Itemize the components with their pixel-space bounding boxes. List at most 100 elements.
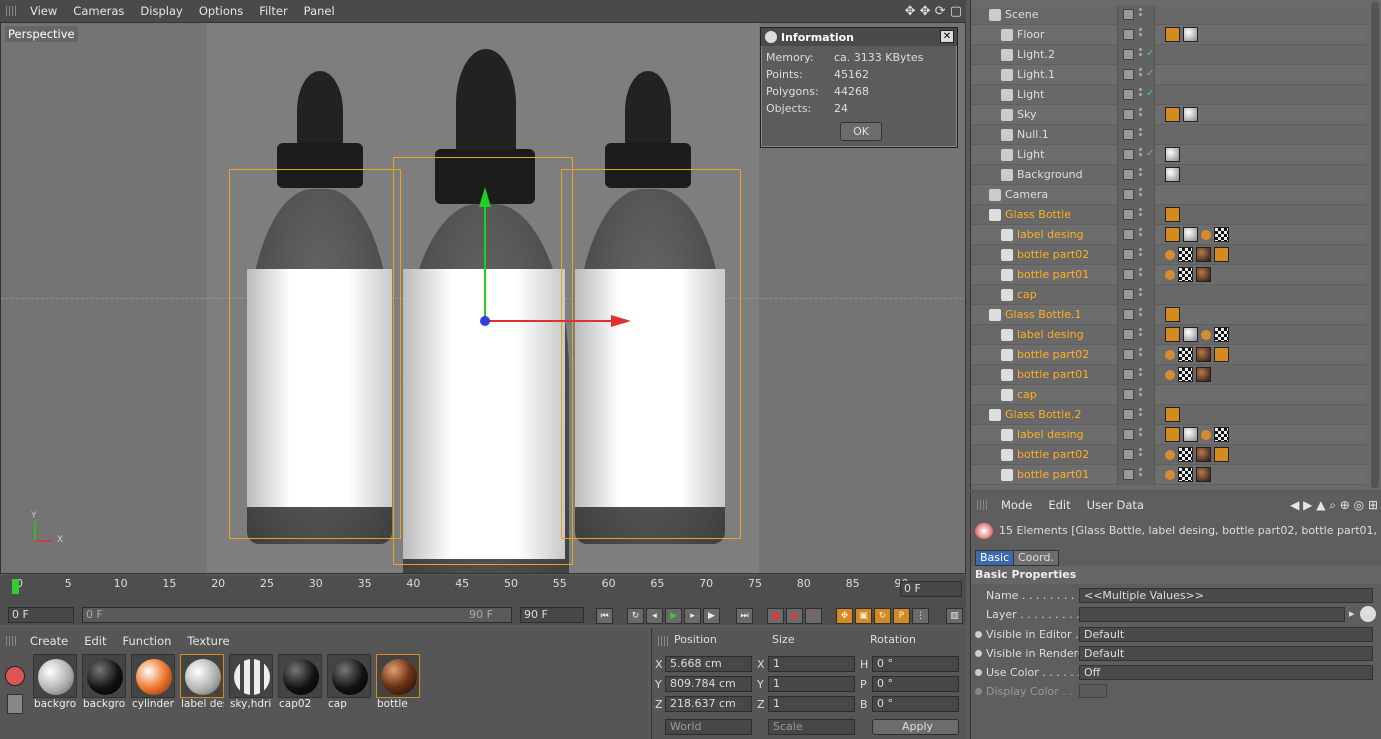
- object-row[interactable]: cap: [971, 284, 1366, 305]
- dot-tag-icon[interactable]: [1165, 470, 1175, 480]
- object-row[interactable]: Camera: [971, 184, 1366, 205]
- menu-create[interactable]: Create: [22, 634, 76, 648]
- checker-tag-icon[interactable]: [1178, 367, 1193, 382]
- ok-button[interactable]: OK: [840, 122, 882, 141]
- object-row[interactable]: Glass Bottle: [971, 204, 1366, 225]
- object-flags[interactable]: [1117, 24, 1155, 45]
- object-flags[interactable]: [1117, 244, 1155, 265]
- object-row[interactable]: Scene: [971, 4, 1366, 25]
- world-dropdown[interactable]: World: [665, 719, 752, 735]
- object-flags[interactable]: [1117, 324, 1155, 345]
- checker-tag-icon[interactable]: [1214, 227, 1229, 242]
- animation-radio[interactable]: [975, 650, 982, 657]
- object-flags[interactable]: [1117, 444, 1155, 465]
- menu-user-data[interactable]: User Data: [1079, 498, 1152, 512]
- goto-end-button[interactable]: ⏭: [736, 608, 753, 624]
- phong-tag-icon[interactable]: [1165, 207, 1180, 222]
- object-flags[interactable]: [1117, 424, 1155, 445]
- material-tag-icon[interactable]: [1183, 327, 1198, 342]
- phong-tag-icon[interactable]: [1165, 307, 1180, 322]
- object-row[interactable]: Light ✓: [971, 84, 1366, 105]
- material-tag-icon[interactable]: [1183, 427, 1198, 442]
- grip-icon[interactable]: [6, 636, 16, 646]
- attr-nav-icons[interactable]: ◀ ▶ ▲ ⌕ ⊕ ◎ ⊞: [1282, 498, 1381, 513]
- apply-button[interactable]: Apply: [872, 719, 959, 735]
- object-flags[interactable]: [1117, 404, 1155, 425]
- range-slider[interactable]: 0 F 90 F: [82, 607, 512, 623]
- object-name[interactable]: Camera: [1005, 188, 1048, 201]
- material-tag-icon[interactable]: [1183, 227, 1198, 242]
- object-name[interactable]: Glass Bottle.2: [1005, 408, 1082, 421]
- playhead[interactable]: [12, 579, 19, 594]
- position-y-field[interactable]: 809.784 cm: [665, 676, 752, 692]
- object-name[interactable]: bottle part01: [1017, 268, 1089, 281]
- object-row[interactable]: bottle part01: [971, 264, 1366, 285]
- position-key-icon[interactable]: ✥: [836, 608, 853, 624]
- object-name[interactable]: bottle part02: [1017, 348, 1089, 361]
- phong-tag-icon[interactable]: [1165, 27, 1180, 42]
- phong-tag-icon[interactable]: [1214, 447, 1229, 462]
- object-name[interactable]: label desing: [1017, 228, 1084, 241]
- menu-mode[interactable]: Mode: [993, 498, 1040, 512]
- material-swatch[interactable]: sky,hdri: [229, 654, 273, 712]
- object-name[interactable]: bottle part01: [1017, 368, 1089, 381]
- dark-tag-icon[interactable]: [1196, 367, 1211, 382]
- object-name[interactable]: Light: [1017, 88, 1044, 101]
- phong-tag-icon[interactable]: [1165, 107, 1180, 122]
- object-name[interactable]: label desing: [1017, 428, 1084, 441]
- object-flags[interactable]: ✓: [1117, 144, 1155, 165]
- object-row[interactable]: Null.1: [971, 124, 1366, 145]
- object-name[interactable]: Glass Bottle.1: [1005, 308, 1082, 321]
- menu-edit[interactable]: Edit: [1040, 498, 1078, 512]
- object-flags[interactable]: [1117, 124, 1155, 145]
- loop-button[interactable]: ↻: [627, 608, 644, 624]
- dark-tag-icon[interactable]: [1196, 347, 1211, 362]
- step-back-button[interactable]: ◂: [646, 608, 663, 624]
- phong-tag-icon[interactable]: [1165, 327, 1180, 342]
- position-x-field[interactable]: 5.668 cm: [665, 656, 752, 672]
- layer-field[interactable]: [1079, 607, 1345, 622]
- checker-tag-icon[interactable]: [1214, 427, 1229, 442]
- viewport-nav-icons[interactable]: ✥ ✥ ⟳ ▢: [897, 4, 966, 19]
- dark-tag-icon[interactable]: [1196, 247, 1211, 262]
- object-row[interactable]: bottle part01: [971, 364, 1366, 385]
- object-name[interactable]: Glass Bottle: [1005, 208, 1071, 221]
- checker-tag-icon[interactable]: [1178, 347, 1193, 362]
- play-button[interactable]: ▶: [665, 608, 682, 624]
- rotation-key-icon[interactable]: ↻: [874, 608, 891, 624]
- material-swatch[interactable]: label des: [180, 654, 224, 712]
- material-tag-icon[interactable]: [1165, 167, 1180, 182]
- object-flags[interactable]: ✓: [1117, 64, 1155, 85]
- object-flags[interactable]: [1117, 344, 1155, 365]
- scale-dropdown[interactable]: Scale: [768, 719, 855, 735]
- object-name[interactable]: bottle part02: [1017, 448, 1089, 461]
- menu-panel[interactable]: Panel: [296, 4, 343, 18]
- object-name[interactable]: Light: [1017, 148, 1044, 161]
- object-row[interactable]: Light.1 ✓: [971, 64, 1366, 85]
- object-row[interactable]: bottle part01: [971, 464, 1366, 485]
- tab-basic[interactable]: Basic: [975, 550, 1015, 566]
- autokey-icon[interactable]: ◉: [786, 608, 803, 624]
- hdri-tag-icon[interactable]: [1183, 107, 1198, 122]
- new-material-icon[interactable]: [5, 666, 25, 686]
- layer-arrow-icon[interactable]: ▸: [1349, 607, 1355, 620]
- object-flags[interactable]: [1117, 384, 1155, 405]
- current-frame-field[interactable]: 0 F: [900, 581, 962, 597]
- object-row[interactable]: cap: [971, 384, 1366, 405]
- object-row[interactable]: bottle part02: [971, 244, 1366, 265]
- menu-options[interactable]: Options: [191, 4, 251, 18]
- dot-tag-icon[interactable]: [1201, 230, 1211, 240]
- phong-tag-icon[interactable]: [1165, 407, 1180, 422]
- checker-tag-icon[interactable]: [1178, 267, 1193, 282]
- object-flags[interactable]: [1117, 204, 1155, 225]
- size-z-field[interactable]: 1: [768, 696, 855, 712]
- object-row[interactable]: label desing: [971, 224, 1366, 245]
- visible-renderer-select[interactable]: Default: [1079, 646, 1373, 661]
- object-name[interactable]: Null.1: [1017, 128, 1049, 141]
- checker-tag-icon[interactable]: [1178, 467, 1193, 482]
- object-name[interactable]: bottle part02: [1017, 248, 1089, 261]
- dot-tag-icon[interactable]: [1201, 330, 1211, 340]
- pick-icon[interactable]: [1360, 606, 1376, 622]
- object-row[interactable]: label desing: [971, 424, 1366, 445]
- object-row[interactable]: bottle part02: [971, 344, 1366, 365]
